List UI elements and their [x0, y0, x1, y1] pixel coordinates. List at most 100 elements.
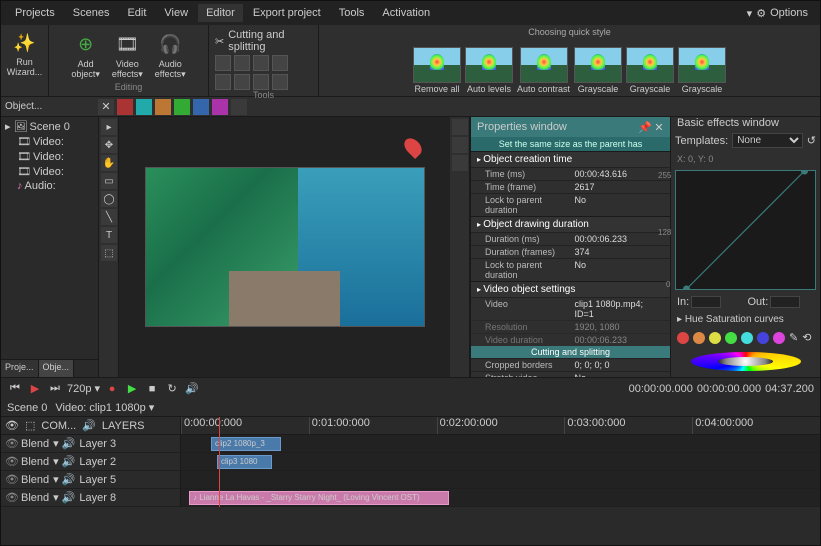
- play-icon[interactable]: ▶: [27, 381, 43, 397]
- audio-clip[interactable]: ♪ Lianne La Havas - _Starry Starry Night…: [189, 491, 449, 505]
- video-node[interactable]: 🎞 Video:: [3, 134, 96, 149]
- reset-icon[interactable]: ⟲: [802, 331, 811, 344]
- reset-icon[interactable]: ↺: [807, 134, 816, 147]
- prop-row[interactable]: Duration (ms)00:00:06.233: [471, 232, 670, 245]
- tool-button[interactable]: [272, 74, 288, 90]
- eye-icon[interactable]: 👁: [5, 455, 17, 468]
- tab-layers[interactable]: LAYERS: [102, 420, 145, 432]
- menu-editor[interactable]: Editor: [198, 4, 243, 22]
- loop-icon[interactable]: ↻: [164, 381, 180, 397]
- out-input[interactable]: [770, 296, 800, 308]
- toolbar-button[interactable]: [155, 99, 171, 115]
- menu-tools[interactable]: Tools: [331, 4, 373, 22]
- play2-icon[interactable]: ▶: [124, 381, 140, 397]
- next-frame-icon[interactable]: ⏭: [47, 381, 63, 397]
- hue-saturation-header[interactable]: Hue Saturation curves: [671, 310, 820, 329]
- menu-edit[interactable]: Edit: [119, 4, 154, 22]
- tool-button[interactable]: [253, 74, 269, 90]
- prop-row[interactable]: Duration (frames)374: [471, 245, 670, 258]
- eye-icon[interactable]: 👁: [5, 491, 17, 504]
- prop-row[interactable]: Lock to parent durationNo: [471, 258, 670, 281]
- scene-node[interactable]: ▸ 🖼 Scene 0: [3, 119, 96, 134]
- video-node[interactable]: 🎞 Video:: [3, 149, 96, 164]
- group-drawing-duration[interactable]: Object drawing duration: [471, 216, 670, 232]
- pan-tool-icon[interactable]: ✋: [101, 155, 117, 171]
- prop-row[interactable]: Cropped borders0; 0; 0; 0: [471, 358, 670, 371]
- video-effects-button[interactable]: 🎞 Video effects▾: [110, 31, 145, 81]
- quick-style-grayscale[interactable]: Grayscale: [574, 47, 622, 94]
- options-button[interactable]: ▾ ⚙ Options: [747, 7, 814, 20]
- crop-tool-icon[interactable]: ⬚: [101, 245, 117, 261]
- text-tool-icon[interactable]: T: [101, 227, 117, 243]
- menu-activation[interactable]: Activation: [374, 4, 438, 22]
- toolbar-button[interactable]: [117, 99, 133, 115]
- layer-row[interactable]: 👁Blend▾ 🔊Layer 3: [1, 435, 180, 453]
- quick-style-grayscale[interactable]: Grayscale: [678, 47, 726, 94]
- add-object-button[interactable]: ⊕ Add object▾: [69, 31, 102, 81]
- tab-com[interactable]: COM...: [41, 420, 76, 432]
- tab-project[interactable]: Proje...: [1, 360, 39, 377]
- toolbar-button[interactable]: [193, 99, 209, 115]
- rect-tool-icon[interactable]: ▭: [101, 173, 117, 189]
- canvas-tool[interactable]: [452, 137, 468, 153]
- prop-row[interactable]: Videoclip1 1080p.mp4; ID=1: [471, 297, 670, 320]
- toolbar-close-icon[interactable]: ✕: [98, 99, 114, 115]
- toolbar-button[interactable]: [174, 99, 190, 115]
- line-tool-icon[interactable]: ╲: [101, 209, 117, 225]
- clip[interactable]: clip2 1080p_3: [211, 437, 281, 451]
- color-dot-magenta[interactable]: [773, 332, 785, 344]
- tool-button[interactable]: [215, 74, 231, 90]
- prop-row[interactable]: Time (frame)2617: [471, 180, 670, 193]
- in-input[interactable]: [691, 296, 721, 308]
- eyedropper-icon[interactable]: ✎: [789, 331, 798, 344]
- quick-style-auto-contrast[interactable]: Auto contrast: [517, 47, 570, 94]
- tool-button[interactable]: [272, 55, 288, 71]
- quick-style-remove-all[interactable]: Remove all: [413, 47, 461, 94]
- timeline-video-label[interactable]: Video: clip1 1080p ▾: [55, 401, 154, 414]
- eye-icon[interactable]: 👁: [5, 473, 17, 486]
- quick-style-auto-levels[interactable]: Auto levels: [465, 47, 513, 94]
- menu-scenes[interactable]: Scenes: [65, 4, 118, 22]
- group-video-settings[interactable]: Video object settings: [471, 281, 670, 297]
- playhead[interactable]: [219, 417, 220, 507]
- layer-row[interactable]: 👁Blend▾ 🔊Layer 8: [1, 489, 180, 507]
- timeline-scene-label[interactable]: Scene 0: [7, 402, 47, 414]
- cutting-splitting-sep[interactable]: Cutting and splitting: [471, 346, 670, 358]
- preview-canvas[interactable]: [119, 117, 450, 377]
- audio-node[interactable]: ♪ Audio:: [3, 179, 96, 193]
- curve-editor[interactable]: 255 128 0: [675, 170, 816, 290]
- color-dot-cyan[interactable]: [741, 332, 753, 344]
- move-tool-icon[interactable]: ✥: [101, 137, 117, 153]
- toolbar-button[interactable]: [136, 99, 152, 115]
- color-dot-orange[interactable]: [693, 332, 705, 344]
- audio-effects-button[interactable]: 🎧 Audio effects▾: [153, 31, 188, 81]
- resolution-dropdown[interactable]: 720p ▾: [67, 382, 100, 395]
- properties-body[interactable]: Set the same size as the parent has Obje…: [471, 137, 670, 377]
- tab-objects[interactable]: Obje...: [39, 360, 75, 377]
- stop-icon[interactable]: ■: [144, 381, 160, 397]
- clip[interactable]: clip3 1080: [217, 455, 272, 469]
- eye-icon[interactable]: 👁: [5, 437, 17, 450]
- layer-row[interactable]: 👁Blend▾ 🔊Layer 5: [1, 471, 180, 489]
- menu-projects[interactable]: Projects: [7, 4, 63, 22]
- run-wizard-button[interactable]: ✨ Run Wizard...: [5, 29, 45, 79]
- parent-size-hint[interactable]: Set the same size as the parent has: [471, 137, 670, 151]
- tool-button[interactable]: [215, 55, 231, 71]
- layer-row[interactable]: 👁Blend▾ 🔊Layer 2: [1, 453, 180, 471]
- prop-row[interactable]: Stretch videoNo: [471, 371, 670, 377]
- tool-button[interactable]: [234, 55, 250, 71]
- color-wheel[interactable]: [691, 352, 801, 371]
- color-dot-blue[interactable]: [757, 332, 769, 344]
- circle-tool-icon[interactable]: ◯: [101, 191, 117, 207]
- timeline-tracks[interactable]: 0:00:00:000 0:01:00:000 0:02:00:000 0:03…: [181, 417, 820, 507]
- prop-row[interactable]: Time (ms)00:00:43.616: [471, 167, 670, 180]
- tool-button[interactable]: [253, 55, 269, 71]
- eye-icon[interactable]: 👁: [5, 419, 19, 432]
- color-dot-green[interactable]: [725, 332, 737, 344]
- video-node[interactable]: 🎞 Video:: [3, 164, 96, 179]
- canvas-tool[interactable]: [452, 155, 468, 171]
- pin-icon[interactable]: 📌: [640, 122, 650, 132]
- video-frame[interactable]: [145, 167, 425, 327]
- volume-icon[interactable]: 🔊: [184, 381, 200, 397]
- color-dot-red[interactable]: [677, 332, 689, 344]
